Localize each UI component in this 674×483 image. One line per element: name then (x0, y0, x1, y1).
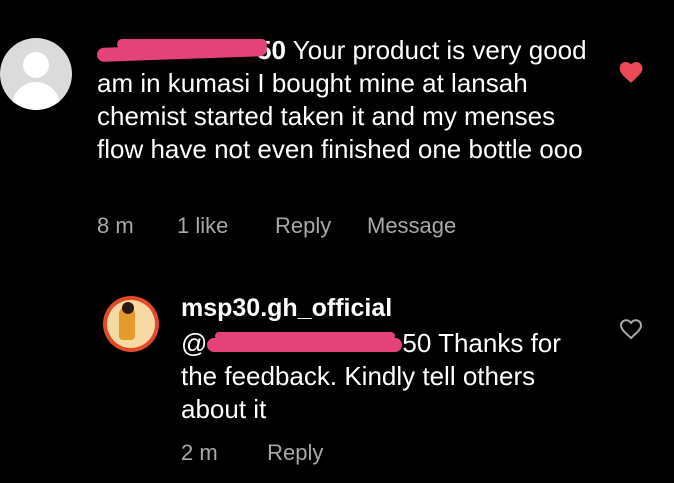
redaction-stroke (117, 39, 267, 49)
comment-likes[interactable]: 1 like (177, 213, 275, 239)
avatar-shoulders-shape (12, 82, 60, 110)
mention-redaction[interactable] (207, 332, 403, 354)
heart-filled-icon[interactable] (618, 60, 644, 84)
comment-message-button[interactable]: Message (367, 213, 456, 239)
comment-meta: 8 m 1 like Reply Message (97, 213, 456, 239)
comment-reply-button[interactable]: Reply (275, 213, 367, 239)
reply-mention-suffix[interactable]: 50 (402, 328, 431, 358)
comment-body: 50 Your product is very good am in kumas… (96, 34, 597, 166)
reply-body: @ 50 Thanks for the feedback. Kindly tel… (181, 327, 601, 426)
redaction-stroke (207, 338, 403, 352)
reply-time: 2 m (181, 440, 218, 465)
reply-mention-prefix[interactable]: @ (181, 328, 207, 358)
avatar[interactable] (0, 38, 72, 110)
avatar-figure-head (122, 302, 134, 314)
reply-meta: 2 m Reply (181, 440, 323, 466)
reply-reply-button[interactable]: Reply (267, 440, 323, 465)
heart-outline-icon[interactable] (619, 318, 643, 340)
reply-username[interactable]: msp30.gh_official (181, 294, 392, 323)
comment-time: 8 m (97, 213, 134, 238)
avatar-head-shape (23, 52, 49, 78)
username-redaction[interactable] (96, 39, 268, 62)
redaction-stroke (215, 332, 396, 340)
reply-avatar[interactable] (103, 296, 159, 352)
